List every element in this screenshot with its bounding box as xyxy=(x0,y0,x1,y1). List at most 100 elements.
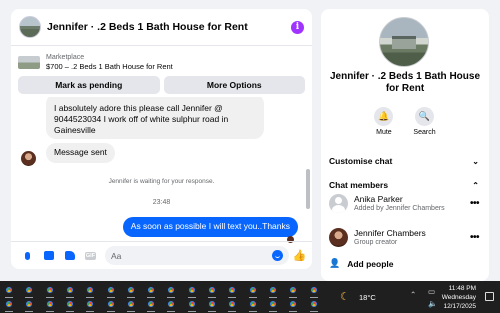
running-indicator xyxy=(106,297,115,298)
chat-panel: Jennifer · .2 Beds 1 Bath House for Rent… xyxy=(11,9,312,269)
running-indicator xyxy=(309,311,318,312)
browser-app-icon[interactable] xyxy=(166,285,177,295)
chevron-down-icon: ⌄ xyxy=(472,156,479,166)
more-icon[interactable]: ••• xyxy=(470,198,480,209)
weather-moon-icon[interactable]: ☾ xyxy=(340,290,350,303)
mute-label: Mute xyxy=(376,129,392,136)
message-timestamp: 23:48 xyxy=(152,199,171,206)
browser-app-icon[interactable] xyxy=(146,299,157,309)
browser-app-icon[interactable] xyxy=(64,299,75,309)
browser-app-icon[interactable] xyxy=(186,285,197,295)
browser-app-icon[interactable] xyxy=(247,285,258,295)
sticker-icon[interactable] xyxy=(63,249,76,262)
running-indicator xyxy=(248,311,257,312)
browser-app-icon[interactable] xyxy=(85,285,96,295)
more-icon[interactable]: ••• xyxy=(470,232,480,243)
browser-app-icon[interactable] xyxy=(105,299,116,309)
scrollbar-thumb[interactable] xyxy=(306,169,310,209)
chevron-up-icon[interactable]: ⌃ xyxy=(410,290,416,299)
running-indicator xyxy=(147,311,156,312)
customise-chat-row[interactable]: Customise chat ⌄ xyxy=(329,156,479,166)
sender-avatar[interactable] xyxy=(21,151,36,166)
chat-thumbnail[interactable] xyxy=(19,16,41,38)
running-indicator xyxy=(208,311,216,312)
clock-date: 12/17/2025 xyxy=(443,303,476,310)
mark-pending-button[interactable]: Mark as pending xyxy=(18,76,160,94)
listing-price: $700 – .2 Beds 1 Bath House for Rent xyxy=(46,62,173,71)
search-label: Search xyxy=(413,129,436,136)
browser-app-icon[interactable] xyxy=(44,285,55,295)
running-indicator xyxy=(65,297,74,298)
running-indicator xyxy=(86,311,95,312)
member-item[interactable]: Anika Parker Added by Jennifer Chambers … xyxy=(329,194,480,213)
gif-icon[interactable]: GIF xyxy=(84,249,97,262)
browser-app-icon[interactable] xyxy=(227,285,238,295)
browser-app-icon[interactable] xyxy=(267,285,278,295)
browser-app-icon[interactable] xyxy=(105,285,116,295)
running-indicator xyxy=(228,297,237,298)
microphone-icon[interactable] xyxy=(21,249,34,262)
browser-app-icon[interactable] xyxy=(24,285,35,295)
browser-app-icon[interactable] xyxy=(4,285,14,295)
browser-app-icon[interactable] xyxy=(207,299,217,309)
running-indicator xyxy=(45,311,54,312)
chat-header: Jennifer · .2 Beds 1 Bath House for Rent… xyxy=(11,9,312,46)
browser-app-icon[interactable] xyxy=(146,285,157,295)
network-icon[interactable]: ▭ xyxy=(428,287,435,296)
browser-app-icon[interactable] xyxy=(288,299,299,309)
chevron-up-icon: ⌃ xyxy=(472,180,479,190)
mute-button[interactable]: 🔔 Mute xyxy=(374,107,394,136)
running-indicator xyxy=(5,311,13,312)
gif-label: GIF xyxy=(84,251,97,260)
listing-card[interactable]: Marketplace $700 – .2 Beds 1 Bath House … xyxy=(11,46,312,72)
search-button[interactable]: 🔍 Search xyxy=(413,107,436,136)
running-indicator xyxy=(167,311,176,312)
info-icon[interactable]: i xyxy=(291,20,304,34)
browser-app-icon[interactable] xyxy=(125,299,136,309)
listing-category: Marketplace xyxy=(46,54,85,61)
running-indicator xyxy=(309,297,318,298)
running-indicator xyxy=(228,311,237,312)
running-indicator xyxy=(147,297,156,298)
browser-app-icon[interactable] xyxy=(288,285,299,295)
photo-icon[interactable] xyxy=(42,249,55,262)
like-icon[interactable]: 👍 xyxy=(293,249,307,262)
member-item[interactable]: Jennifer Chambers Group creator ••• xyxy=(329,228,480,247)
browser-app-icon[interactable] xyxy=(85,299,96,309)
browser-app-icon[interactable] xyxy=(207,285,217,295)
volume-icon[interactable]: 🔈 xyxy=(428,299,437,308)
message-scrollbar[interactable] xyxy=(306,109,310,229)
emoji-icon[interactable] xyxy=(272,250,283,261)
running-indicator xyxy=(86,297,95,298)
running-indicator xyxy=(268,297,277,298)
browser-app-icon[interactable] xyxy=(267,299,278,309)
running-indicator xyxy=(126,311,135,312)
group-avatar[interactable] xyxy=(379,17,429,67)
running-indicator xyxy=(45,297,54,298)
browser-app-icon[interactable] xyxy=(64,285,75,295)
add-people-button[interactable]: 👤 Add people xyxy=(329,258,394,269)
running-indicator xyxy=(25,311,34,312)
browser-app-icon[interactable] xyxy=(44,299,55,309)
running-indicator xyxy=(268,311,277,312)
browser-app-icon[interactable] xyxy=(247,299,258,309)
weather-temperature[interactable]: 18°C xyxy=(359,293,376,302)
more-options-button[interactable]: More Options xyxy=(163,76,305,94)
browser-app-icon[interactable] xyxy=(4,299,14,309)
running-indicator xyxy=(65,311,74,312)
browser-app-icon[interactable] xyxy=(125,285,136,295)
message-input[interactable]: Aa xyxy=(105,246,289,265)
browser-app-icon[interactable] xyxy=(24,299,35,309)
browser-app-icon[interactable] xyxy=(227,299,238,309)
chat-title[interactable]: Jennifer · .2 Beds 1 Bath House for Rent xyxy=(47,21,248,33)
running-indicator xyxy=(289,311,298,312)
chat-members-row[interactable]: Chat members ⌃ xyxy=(329,180,479,190)
listing-thumbnail xyxy=(18,55,40,69)
browser-app-icon[interactable] xyxy=(308,299,319,309)
browser-app-icon[interactable] xyxy=(186,299,197,309)
member-subtitle: Group creator xyxy=(354,238,398,246)
browser-app-icon[interactable] xyxy=(166,299,177,309)
clock[interactable]: 11:48 PM Wednesday 12/17/2025 xyxy=(442,284,476,311)
notification-icon[interactable] xyxy=(485,292,494,301)
browser-app-icon[interactable] xyxy=(308,285,319,295)
